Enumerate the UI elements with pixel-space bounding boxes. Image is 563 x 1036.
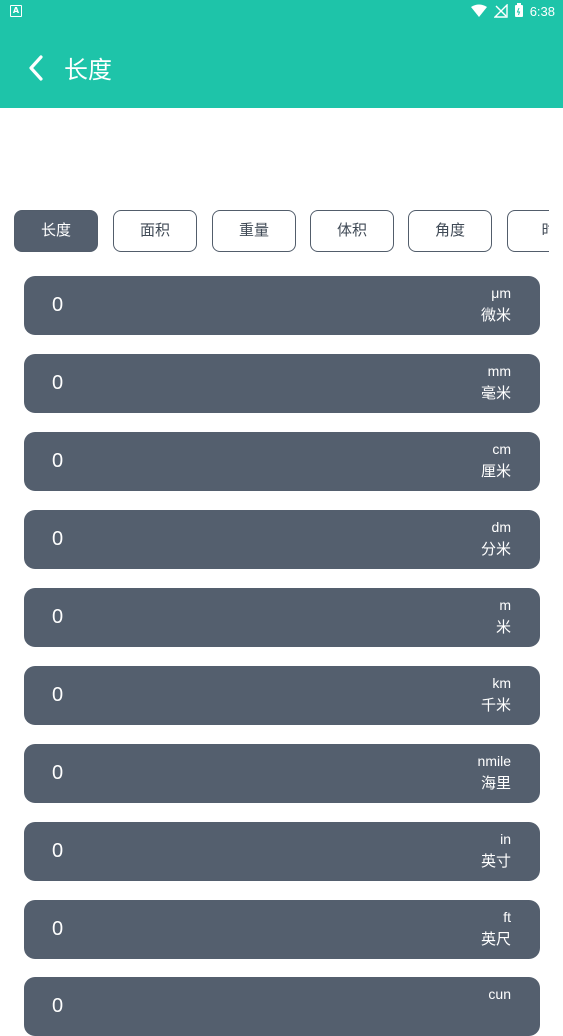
signal-off-icon bbox=[492, 2, 508, 22]
unit-value: 0 bbox=[52, 294, 64, 316]
unit-labels: km 千米 bbox=[481, 674, 511, 715]
chevron-left-icon bbox=[27, 54, 45, 86]
unit-name: 微米 bbox=[480, 306, 511, 324]
unit-name: 毫米 bbox=[480, 384, 511, 402]
unit-name: 千米 bbox=[480, 696, 511, 714]
unit-row-nautical-mile[interactable]: 0 nmile 海里 bbox=[24, 744, 540, 803]
unit-row-kilometer[interactable]: 0 km 千米 bbox=[24, 666, 540, 725]
unit-labels: dm 分米 bbox=[481, 518, 511, 559]
wifi-icon bbox=[470, 3, 488, 22]
unit-row-foot[interactable]: 0 ft 英尺 bbox=[24, 900, 540, 959]
unit-name: 分米 bbox=[480, 540, 511, 558]
tab-weight[interactable]: 重量 bbox=[212, 210, 296, 252]
unit-row-meter[interactable]: 0 m 米 bbox=[24, 588, 540, 647]
unit-value: 0 bbox=[52, 840, 64, 862]
unit-labels: m 米 bbox=[496, 596, 511, 637]
unit-labels: mm 毫米 bbox=[481, 362, 511, 403]
tab-angle[interactable]: 角度 bbox=[408, 210, 492, 252]
back-button[interactable] bbox=[18, 52, 54, 88]
unit-symbol: in bbox=[500, 831, 511, 847]
app-bar: 长度 bbox=[0, 24, 563, 108]
unit-row-inch[interactable]: 0 in 英寸 bbox=[24, 822, 540, 881]
unit-name: 海里 bbox=[480, 774, 511, 792]
unit-name: 英尺 bbox=[480, 930, 511, 948]
unit-symbol: ft bbox=[503, 909, 511, 925]
unit-symbol: nmile bbox=[477, 753, 511, 769]
status-time: 6:38 bbox=[529, 4, 555, 19]
unit-symbol: cm bbox=[492, 441, 511, 457]
unit-value: 0 bbox=[52, 762, 64, 784]
unit-row-millimeter[interactable]: 0 mm 毫米 bbox=[24, 354, 540, 413]
unit-labels: cm 厘米 bbox=[481, 440, 511, 481]
unit-name: 英寸 bbox=[480, 852, 511, 870]
unit-row-micrometer[interactable]: 0 μm 微米 bbox=[24, 276, 540, 335]
status-bar: A 6:38 bbox=[0, 0, 563, 24]
unit-labels: cun bbox=[488, 985, 511, 1006]
tab-area[interactable]: 面积 bbox=[113, 210, 197, 252]
unit-symbol: mm bbox=[487, 363, 511, 379]
unit-value: 0 bbox=[52, 918, 64, 940]
unit-symbol: cun bbox=[488, 986, 511, 1002]
unit-row-decimeter[interactable]: 0 dm 分米 bbox=[24, 510, 540, 569]
a-icon: A bbox=[10, 5, 22, 17]
unit-labels: nmile 海里 bbox=[478, 752, 511, 793]
unit-name: 米 bbox=[495, 618, 511, 636]
battery-icon bbox=[514, 2, 524, 22]
unit-symbol: dm bbox=[491, 519, 511, 535]
unit-labels: in 英寸 bbox=[481, 830, 511, 871]
unit-labels: μm 微米 bbox=[481, 284, 511, 325]
unit-value: 0 bbox=[52, 995, 64, 1017]
page-title: 长度 bbox=[64, 56, 112, 84]
tab-time[interactable]: 时 bbox=[507, 210, 549, 252]
category-tabs: 长度 面积 重量 体积 角度 时 bbox=[14, 210, 549, 254]
tab-volume[interactable]: 体积 bbox=[310, 210, 394, 252]
tab-length[interactable]: 长度 bbox=[14, 210, 98, 252]
unit-value: 0 bbox=[52, 684, 64, 706]
unit-row-centimeter[interactable]: 0 cm 厘米 bbox=[24, 432, 540, 491]
unit-symbol: μm bbox=[491, 285, 511, 301]
unit-symbol: m bbox=[499, 597, 511, 613]
unit-symbol: km bbox=[492, 675, 511, 691]
unit-value: 0 bbox=[52, 450, 64, 472]
unit-value: 0 bbox=[52, 372, 64, 394]
unit-value: 0 bbox=[52, 606, 64, 628]
unit-value: 0 bbox=[52, 528, 64, 550]
unit-row-cun[interactable]: 0 cun bbox=[24, 977, 540, 1036]
unit-name: 厘米 bbox=[480, 462, 511, 480]
status-icons: 6:38 bbox=[470, 2, 555, 22]
unit-labels: ft 英尺 bbox=[481, 908, 511, 949]
